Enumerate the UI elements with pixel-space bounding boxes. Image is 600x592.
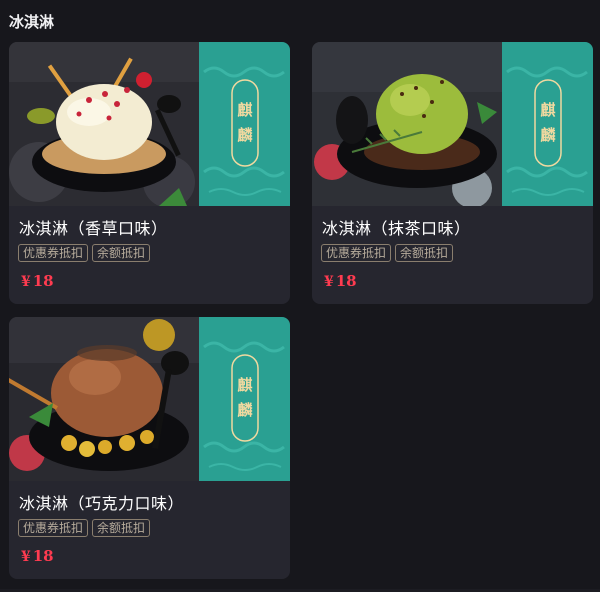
product-card-vanilla[interactable]: 麒 麟 冰淇淋（香草口味） 优惠券抵扣 余额抵扣 ¥ 18 bbox=[9, 42, 290, 304]
tag-list: 优惠券抵扣 余额抵扣 bbox=[18, 519, 151, 537]
badge-char-2: 麟 bbox=[237, 401, 253, 419]
tag-list: 优惠券抵扣 余额抵扣 bbox=[18, 244, 151, 262]
coupon-tag: 优惠券抵扣 bbox=[18, 244, 89, 262]
badge-char-2: 麟 bbox=[540, 126, 556, 144]
balance-tag: 余额抵扣 bbox=[92, 244, 151, 262]
currency-symbol: ¥ bbox=[21, 274, 31, 290]
product-image: 麒 麟 bbox=[9, 317, 290, 481]
product-image: 麒 麟 bbox=[312, 42, 593, 206]
price-value: 18 bbox=[335, 272, 357, 290]
product-name: 冰淇淋（巧克力口味） bbox=[19, 494, 185, 513]
product-card-matcha[interactable]: 麒 麟 冰淇淋（抹茶口味） 优惠券抵扣 余额抵扣 ¥ 18 bbox=[312, 42, 593, 304]
badge-char-1: 麒 bbox=[237, 376, 252, 394]
product-price: ¥ 18 bbox=[324, 272, 357, 290]
tag-list: 优惠券抵扣 余额抵扣 bbox=[321, 244, 454, 262]
section-title: 冰淇淋 bbox=[9, 13, 55, 31]
currency-symbol: ¥ bbox=[324, 274, 334, 290]
balance-tag: 余额抵扣 bbox=[395, 244, 454, 262]
badge-char-1: 麒 bbox=[237, 101, 252, 119]
product-price: ¥ 18 bbox=[21, 272, 54, 290]
coupon-tag: 优惠券抵扣 bbox=[321, 244, 392, 262]
badge-char-1: 麒 bbox=[540, 101, 555, 119]
product-name: 冰淇淋（香草口味） bbox=[19, 219, 168, 238]
price-value: 18 bbox=[32, 272, 54, 290]
product-image: 麒 麟 bbox=[9, 42, 290, 206]
coupon-tag: 优惠券抵扣 bbox=[18, 519, 89, 537]
product-price: ¥ 18 bbox=[21, 547, 54, 565]
product-card-chocolate[interactable]: 麒 麟 冰淇淋（巧克力口味） 优惠券抵扣 余额抵扣 ¥ 18 bbox=[9, 317, 290, 579]
product-name: 冰淇淋（抹茶口味） bbox=[322, 219, 471, 238]
badge-char-2: 麟 bbox=[237, 126, 253, 144]
balance-tag: 余额抵扣 bbox=[92, 519, 151, 537]
price-value: 18 bbox=[32, 547, 54, 565]
currency-symbol: ¥ bbox=[21, 549, 31, 565]
